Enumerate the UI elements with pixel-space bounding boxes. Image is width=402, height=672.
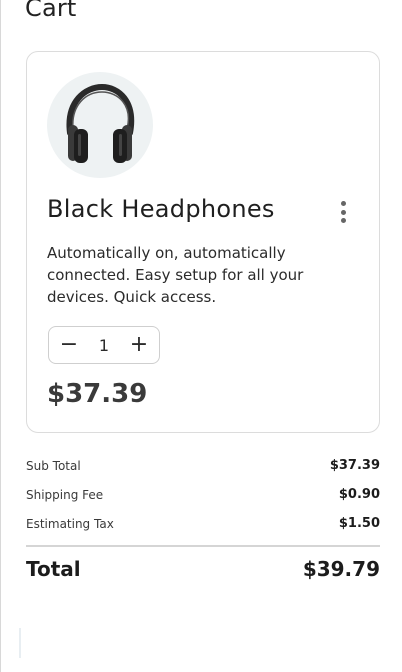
decrement-button[interactable]: − [59,334,79,356]
total-value: $39.79 [302,557,380,581]
scroll-edge-indicator [19,628,21,658]
kebab-dot [340,201,346,206]
increment-button[interactable]: + [129,334,149,356]
product-price: $37.39 [47,379,148,409]
product-name: Black Headphones [47,195,275,223]
subtotal-row: Sub Total $37.39 [26,458,380,473]
subtotal-label: Sub Total [26,458,81,473]
product-description: Automatically on, automatically connecte… [47,244,304,306]
quantity-stepper: − 1 + [48,326,160,364]
total-label: Total [26,557,81,581]
cart-page: Cart Black Headphones Automatically on, … [0,0,402,672]
kebab-dot [340,209,346,215]
shipping-label: Shipping Fee [26,487,104,502]
total-row: Total $39.79 [26,557,380,581]
product-image [47,72,153,178]
headphones-icon [66,83,135,163]
kebab-dot [340,218,346,223]
shipping-value: $0.90 [338,487,380,502]
page-title: Cart [25,0,77,22]
cart-item-card: Black Headphones Automatically on, autom… [26,51,380,433]
tax-label: Estimating Tax [26,516,114,531]
subtotal-value: $37.39 [329,458,380,473]
tax-row: Estimating Tax $1.50 [26,516,380,531]
kebab-menu-icon[interactable] [335,198,351,226]
tax-value: $1.50 [338,516,380,531]
summary-divider [26,545,380,547]
shipping-row: Shipping Fee $0.90 [26,487,380,502]
quantity-value: 1 [98,335,110,355]
